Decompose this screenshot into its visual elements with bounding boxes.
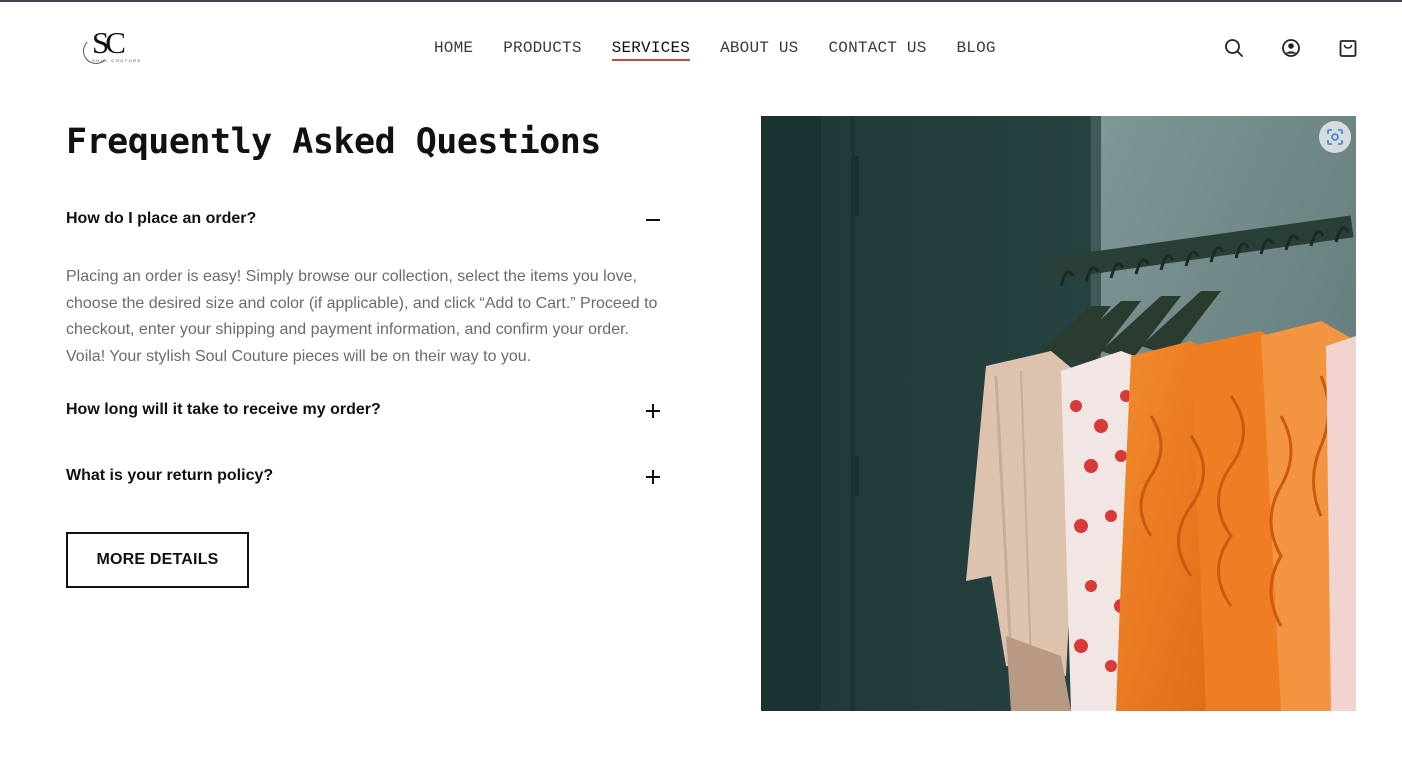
nav-contact-us[interactable]: CONTACT US xyxy=(828,38,926,61)
faq-question-3[interactable]: What is your return policy? xyxy=(66,465,666,489)
logo-subtext: SOUL COUTURE xyxy=(92,58,142,63)
faq-title: Frequently Asked Questions xyxy=(66,122,601,162)
plus-icon[interactable] xyxy=(645,466,661,488)
faq-answer-1: Placing an order is easy! Simply browse … xyxy=(66,268,658,365)
logo-mark: SC xyxy=(92,25,126,60)
nav-blog[interactable]: BLOG xyxy=(957,38,996,61)
nav-products[interactable]: PRODUCTS xyxy=(503,38,581,61)
faq-question-text: What is your return policy? xyxy=(66,467,274,484)
search-icon[interactable] xyxy=(1224,38,1244,58)
nav-services[interactable]: SERVICES xyxy=(611,38,691,61)
main-nav: HOME PRODUCTS SERVICES ABOUT US CONTACT … xyxy=(434,38,1026,61)
faq-question-2[interactable]: How long will it take to receive my orde… xyxy=(66,399,666,423)
site-header: SC SOUL COUTURE HOME PRODUCTS SERVICES A… xyxy=(0,2,1402,92)
nav-home[interactable]: HOME xyxy=(434,38,473,61)
clothing-rack-photo xyxy=(761,116,1356,711)
logo[interactable]: SC SOUL COUTURE xyxy=(80,26,140,68)
nav-about-us[interactable]: ABOUT US xyxy=(720,38,798,61)
clothing-rack-illustration xyxy=(761,116,1356,711)
cart-icon[interactable] xyxy=(1338,38,1358,58)
more-details-button[interactable]: MORE DETAILS xyxy=(66,532,249,588)
visual-search-icon[interactable] xyxy=(1319,121,1351,153)
plus-icon[interactable] xyxy=(645,400,661,422)
faq-question-1[interactable]: How do I place an order? xyxy=(66,208,666,232)
account-icon[interactable] xyxy=(1281,38,1301,58)
faq-question-text: How do I place an order? xyxy=(66,210,257,227)
faq-question-text: How long will it take to receive my orde… xyxy=(66,401,381,418)
minus-icon[interactable] xyxy=(645,209,661,231)
